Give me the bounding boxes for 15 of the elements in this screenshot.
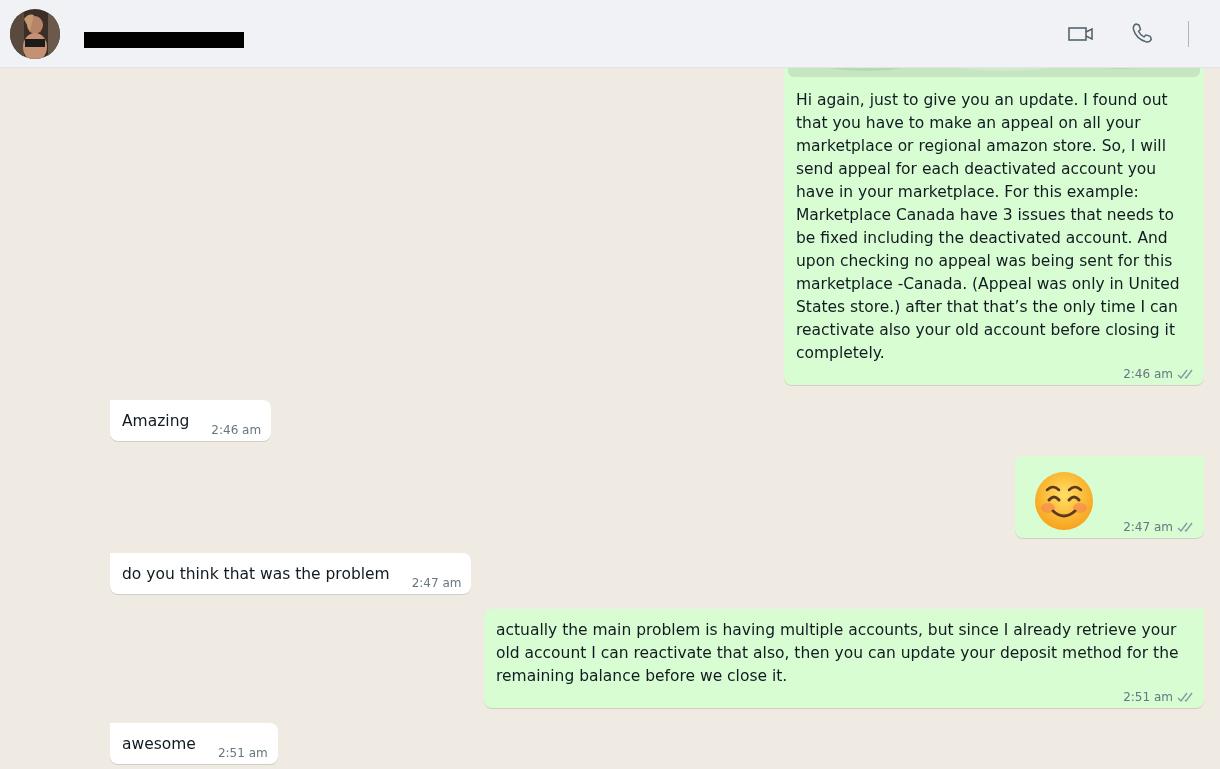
message-text: Hi again, just to give you an update. I found out that you have to make an appeal on all your marketplace or regional amazon store. So, I will send appeal for each deactivated account you have in your marketplace. For this example: Marketplace Canada have 3 issues that needs to be fixed including the deactivated account. And upon checking no appeal was being sent for this marketplace -Canada. (Appeal was only in United States store.) after that that’s the only time I can reactivate also your old account before closing it completely.: [796, 90, 1181, 364]
message-time: 2:51 am: [217, 746, 268, 760]
double-check-icon: [1177, 691, 1194, 703]
double-check-icon: [1177, 521, 1194, 533]
message-time: 2:46 am: [211, 423, 262, 437]
message-text: do you think that was the problem: [122, 564, 390, 585]
message-text: actually the main problem is having multiple accounts, but since I already retrieve your old account I can reactivate that also, then you can update your deposit method for the remaining balance before we close it.: [496, 620, 1180, 687]
message-time: 2:47 am: [1123, 520, 1173, 534]
message-time: 2:47 am: [411, 576, 462, 590]
message-time: 2:46 am: [1123, 367, 1173, 381]
message-text: awesome: [122, 734, 196, 755]
message-text: Amazing: [122, 411, 190, 432]
smiling-face-icon: [1033, 470, 1096, 532]
double-check-icon: [1177, 368, 1194, 380]
message-time: 2:51 am: [1123, 690, 1173, 704]
